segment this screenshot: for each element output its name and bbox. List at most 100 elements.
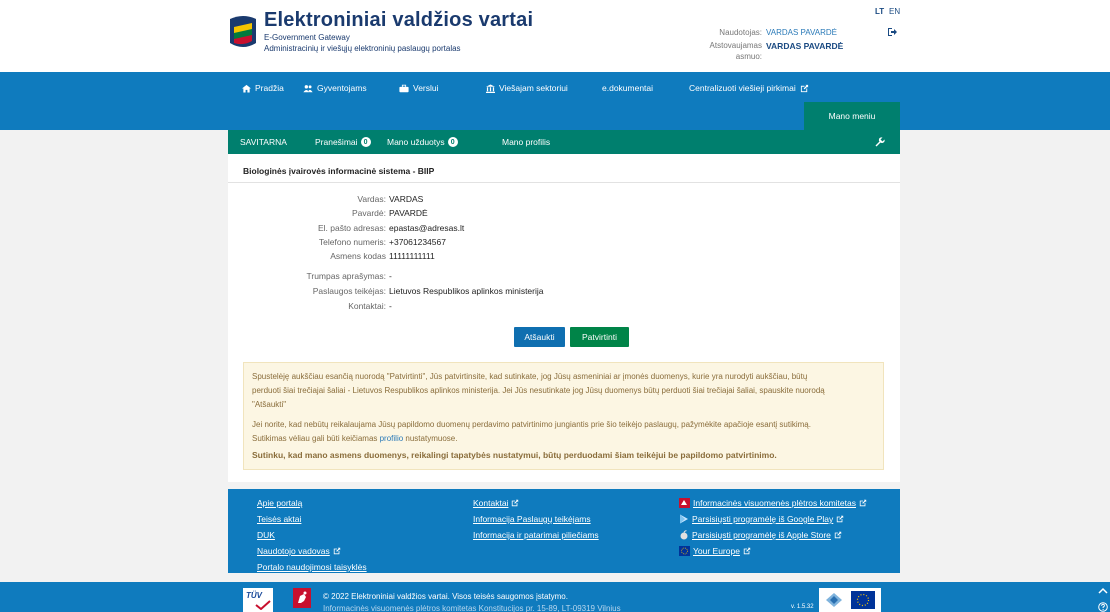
external-link-icon <box>743 547 751 555</box>
google-play-icon <box>680 514 688 524</box>
user-value: VARDAS PAVARDĖ <box>766 28 837 37</box>
represent-value[interactable]: VARDAS PAVARDĖ <box>766 41 843 51</box>
home-icon <box>242 84 251 93</box>
nav-label: Verslui <box>413 83 439 93</box>
nav-label: Viešajam sektoriui <box>499 83 568 93</box>
field-value: - <box>389 271 392 281</box>
footer-link-label: Informacija ir patarimai piliečiams <box>473 530 599 540</box>
external-link-icon <box>834 531 842 539</box>
my-menu-button[interactable]: Mano meniu <box>804 102 900 130</box>
apple-icon <box>680 530 688 540</box>
field-value: PAVARDĖ <box>389 208 428 218</box>
field-label: Trumpas aprašymas: <box>306 271 386 281</box>
notice-text: Jei norite, kad nebūtų reikalaujama Jūsų… <box>252 420 811 429</box>
notice-text: Sutikimas vėliau gali būti keičiamas <box>252 434 380 443</box>
scroll-to-top-icon[interactable] <box>1098 586 1108 596</box>
footer-link-duk[interactable]: DUK <box>257 530 275 540</box>
notice-text: "Atšaukti" <box>252 400 287 409</box>
represent-label: Atstovaujamas <box>709 41 762 50</box>
address-text: Informacinės visuomenės plėtros komiteta… <box>323 604 621 612</box>
nav-item-edokumentai[interactable]: e.dokumentai <box>602 83 653 93</box>
nav-label: Pradžia <box>255 83 284 93</box>
subnav-label: Mano profilis <box>502 137 551 147</box>
checkmark-icon <box>255 600 271 610</box>
footer-link-pilieciams[interactable]: Informacija ir patarimai piliečiams <box>473 530 599 540</box>
site-title[interactable]: Elektroniniai valdžios vartai <box>264 9 533 32</box>
field-value: 11111111111 <box>389 251 435 261</box>
field-label: Asmens kodas <box>330 251 386 261</box>
subnav-savitarna[interactable]: SAVITARNA <box>240 137 287 147</box>
nav-item-gyventojams[interactable]: Gyventojams <box>303 83 367 93</box>
help-icon[interactable] <box>1098 602 1108 612</box>
footer-link-label: Teisės aktai <box>257 514 302 524</box>
wrench-icon[interactable] <box>875 137 885 147</box>
nav-item-pradzia[interactable]: Pradžia <box>242 83 284 93</box>
subnav-label: SAVITARNA <box>240 137 287 147</box>
field-label: Vardas: <box>357 194 386 204</box>
external-link-icon <box>837 515 844 523</box>
footer-link-vadovas[interactable]: Naudotojo vadovas <box>257 546 341 556</box>
footer-link-label: Kontaktai <box>473 498 509 508</box>
eu-flag-icon <box>679 546 690 556</box>
consent-checkbox-label[interactable]: Sutinku, kad mano asmens duomenys, reika… <box>252 450 777 460</box>
nav-item-viesajam-sektoriui[interactable]: Viešajam sektoriui <box>486 83 568 93</box>
footer-link-label: Informacinės visuomenės plėtros komiteta… <box>693 498 856 508</box>
logout-icon[interactable] <box>887 27 897 37</box>
portal-logo-icon[interactable] <box>228 13 258 51</box>
external-link-icon <box>333 547 340 555</box>
panel-title: Biologinės įvairovės informacinė sistema… <box>243 166 435 176</box>
subnav-mano-profilis[interactable]: Mano profilis <box>502 137 550 147</box>
nav-item-centralizuoti-pirkimai[interactable]: Centralizuoti viešieji pirkimai <box>689 83 809 93</box>
footer-link-taisykles[interactable]: Portalo naudojimosi taisyklės <box>257 562 367 572</box>
cancel-button[interactable]: Atšaukti <box>514 327 565 347</box>
eu-flag-icon <box>851 591 875 609</box>
lang-en-link[interactable]: EN <box>889 7 900 16</box>
field-value: +37061234567 <box>389 237 446 247</box>
notification-count-badge: 0 <box>360 137 371 147</box>
tuv-certificate-logo: TÜV <box>243 588 273 612</box>
subnav-label: Mano užduotys <box>387 137 445 147</box>
footer-link-label: Your Europe <box>693 546 740 556</box>
footer-link-apple-store[interactable]: Parsisiųsti programėlę iš Apple Store <box>679 530 842 540</box>
tuv-logo-text: TÜV <box>246 591 262 600</box>
confirm-button[interactable]: Patvirtinti <box>570 327 629 347</box>
footer-link-your-europe[interactable]: Your Europe <box>679 546 751 556</box>
footer-link-ivpk[interactable]: Informacinės visuomenės plėtros komiteta… <box>679 498 867 508</box>
profile-link[interactable]: profilio <box>380 434 404 443</box>
footer-link-google-play[interactable]: Parsisiųsti programėlę iš Google Play <box>679 514 844 524</box>
people-icon <box>303 84 313 92</box>
lang-lt-link[interactable]: LT <box>875 7 884 16</box>
divider <box>228 182 900 183</box>
task-count-badge: 0 <box>447 137 458 147</box>
footer-link-label: Portalo naudojimosi taisyklės <box>257 562 367 572</box>
subnav-mano-uzduotys[interactable]: Mano užduotys 0 <box>387 137 458 147</box>
footer-link-label: Naudotojo vadovas <box>257 546 330 556</box>
footer-link-apie[interactable]: Apie portalą <box>257 498 302 508</box>
nav-label: e.dokumentai <box>602 83 654 93</box>
notice-text-profile: Sutikimas vėliau gali būti keičiamas pro… <box>252 433 878 445</box>
notice-text: Spustelėję aukščiau esančią nuorodą "Pat… <box>252 372 808 381</box>
ivpk-logo-icon <box>679 498 690 508</box>
field-value: Lietuvos Respublikos aplinkos ministerij… <box>389 286 544 296</box>
site-subtitle-en: E-Government Gateway <box>264 33 350 42</box>
footer-link-teises-aktai[interactable]: Teisės aktai <box>257 514 301 524</box>
subnav-pranesimai[interactable]: Pranešimai 0 <box>315 137 371 147</box>
footer-link-label: DUK <box>257 530 275 540</box>
version-label: v. 1.5.32 <box>791 604 814 610</box>
field-value: VARDAS <box>389 194 424 204</box>
field-label: Telefono numeris: <box>318 237 386 247</box>
nav-item-verslui[interactable]: Verslui <box>399 83 439 93</box>
notice-text: nustatymuose. <box>403 434 458 443</box>
field-value: epastas@adresas.lt <box>389 223 465 233</box>
represent-label-2: asmuo: <box>735 52 762 61</box>
briefcase-icon <box>399 84 409 92</box>
field-value: - <box>389 301 392 311</box>
field-label: El. pašto adresas: <box>317 223 386 233</box>
subnav-label: Pranešimai <box>315 137 358 147</box>
lithuania-coat-of-arms-icon <box>293 588 311 608</box>
footer-link-label: Parsisiųsti programėlę iš Apple Store <box>692 530 831 540</box>
footer-link-teikejams[interactable]: Informacija Paslaugų teikėjams <box>473 514 591 524</box>
institution-icon <box>486 83 495 93</box>
site-subtitle-lt: Administracinių ir viešųjų elektroninių … <box>264 44 461 53</box>
footer-link-kontaktai[interactable]: Kontaktai <box>473 498 519 508</box>
